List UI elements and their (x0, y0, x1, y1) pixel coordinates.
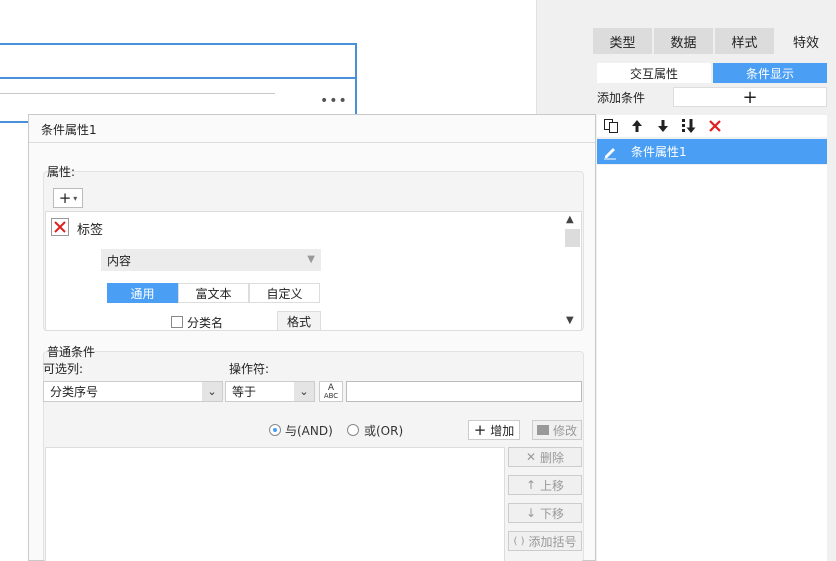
chevron-down-icon: ▼ (307, 254, 315, 265)
chart-widget-frame[interactable] (0, 43, 357, 123)
edit-pencil-icon[interactable] (597, 139, 623, 164)
operator-label: 操作符: (229, 362, 270, 376)
radio-and[interactable] (269, 424, 281, 436)
arrow-down-icon[interactable] (655, 118, 671, 134)
segment-general[interactable]: 通用 (107, 283, 178, 303)
operator-select[interactable]: 等于 ⌄ (225, 381, 315, 402)
add-property-button[interactable]: + ▾ (53, 188, 83, 208)
radio-or-label: 或(OR) (364, 424, 404, 438)
plus-icon: + (58, 189, 72, 207)
properties-label: 属性: (47, 165, 76, 179)
scroll-thumb[interactable] (565, 229, 580, 247)
property-item-label: 标签 (77, 223, 104, 238)
subtab-interaction-properties[interactable]: 交互属性 (597, 63, 711, 83)
add-condition-button[interactable]: + (673, 87, 827, 108)
scroll-up-icon[interactable]: ▲ (566, 214, 574, 225)
value-type-icon[interactable]: A ABC (319, 381, 343, 402)
content-select-value: 内容 (107, 253, 132, 268)
copy-icon[interactable] (603, 118, 619, 134)
condition-value-input[interactable] (346, 381, 582, 402)
scroll-down-icon[interactable]: ▼ (566, 315, 574, 326)
segment-rich-text[interactable]: 富文本 (178, 283, 249, 303)
arrow-up-icon[interactable] (629, 118, 645, 134)
arrow-down-icon: ↓ (525, 506, 537, 520)
modify-button[interactable]: 修改 (532, 420, 582, 440)
condition-rules-list[interactable] (45, 447, 505, 561)
modify-button-label: 修改 (552, 423, 577, 438)
content-select[interactable]: 内容 ▼ (101, 249, 321, 271)
radio-and-label: 与(AND) (285, 424, 333, 438)
tab-type[interactable]: 类型 (593, 28, 652, 54)
add-bracket-button[interactable]: ( ) 添加括号 (508, 531, 582, 551)
category-name-label: 分类名 (187, 316, 224, 330)
condition-toolbar (597, 115, 827, 137)
condition-list-area (597, 165, 827, 561)
title-divider (29, 142, 595, 143)
condition-properties-dialog: 条件属性1 属性: + ▾ 标签 内容 ▼ 通用 富文本 自定义 分类名 格式 … (28, 114, 596, 561)
tab-data[interactable]: 数据 (654, 28, 713, 54)
more-options-icon[interactable]: ••• (320, 93, 348, 109)
chart-gridline (0, 93, 275, 94)
chevron-down-icon: ▾ (73, 193, 78, 203)
move-bottom-icon[interactable] (681, 118, 697, 134)
operator-select-value: 等于 (232, 385, 257, 399)
delete-button-label: 删除 (540, 450, 565, 465)
optional-column-label: 可选列: (43, 362, 84, 376)
move-down-label: 下移 (540, 506, 565, 521)
bracket-icon: ( ) (513, 535, 525, 547)
plus-icon: + (473, 421, 487, 439)
value-type-abc: ABC (323, 391, 339, 400)
category-name-checkbox[interactable] (171, 316, 183, 328)
dialog-title: 条件属性1 (41, 123, 97, 137)
format-button[interactable]: 格式 (277, 311, 321, 331)
chevron-down-icon: ⌄ (294, 382, 314, 401)
condition-list-item[interactable]: 条件属性1 (597, 139, 827, 164)
move-up-label: 上移 (540, 478, 565, 493)
column-select[interactable]: 分类序号 ⌄ (43, 381, 223, 402)
segment-custom[interactable]: 自定义 (249, 283, 320, 303)
subtab-condition-display[interactable]: 条件显示 (713, 63, 827, 83)
delete-rule-button[interactable]: ✕ 删除 (508, 447, 582, 467)
chevron-down-icon: ⌄ (202, 382, 222, 401)
tab-style[interactable]: 样式 (715, 28, 774, 54)
move-up-button[interactable]: ↑ 上移 (508, 475, 582, 495)
column-select-value: 分类序号 (50, 385, 99, 399)
add-button-label: 增加 (490, 423, 515, 438)
add-condition-rule-button[interactable]: + 增加 (468, 420, 520, 440)
condition-item-label: 条件属性1 (631, 145, 687, 159)
tab-effects[interactable]: 特效 (776, 28, 836, 54)
arrow-up-icon: ↑ (525, 478, 537, 492)
modify-icon (536, 425, 549, 435)
delete-icon[interactable] (707, 118, 723, 134)
move-down-button[interactable]: ↓ 下移 (508, 503, 582, 523)
normal-condition-label: 普通条件 (47, 345, 96, 359)
close-icon: ✕ (525, 450, 537, 464)
chart-title-divider (0, 77, 357, 79)
add-bracket-label: 添加括号 (528, 534, 577, 549)
close-icon (54, 221, 66, 233)
remove-property-button[interactable] (51, 218, 69, 236)
value-type-letter: A (327, 382, 335, 393)
radio-or[interactable] (347, 424, 359, 436)
add-condition-label: 添加条件 (597, 91, 646, 105)
